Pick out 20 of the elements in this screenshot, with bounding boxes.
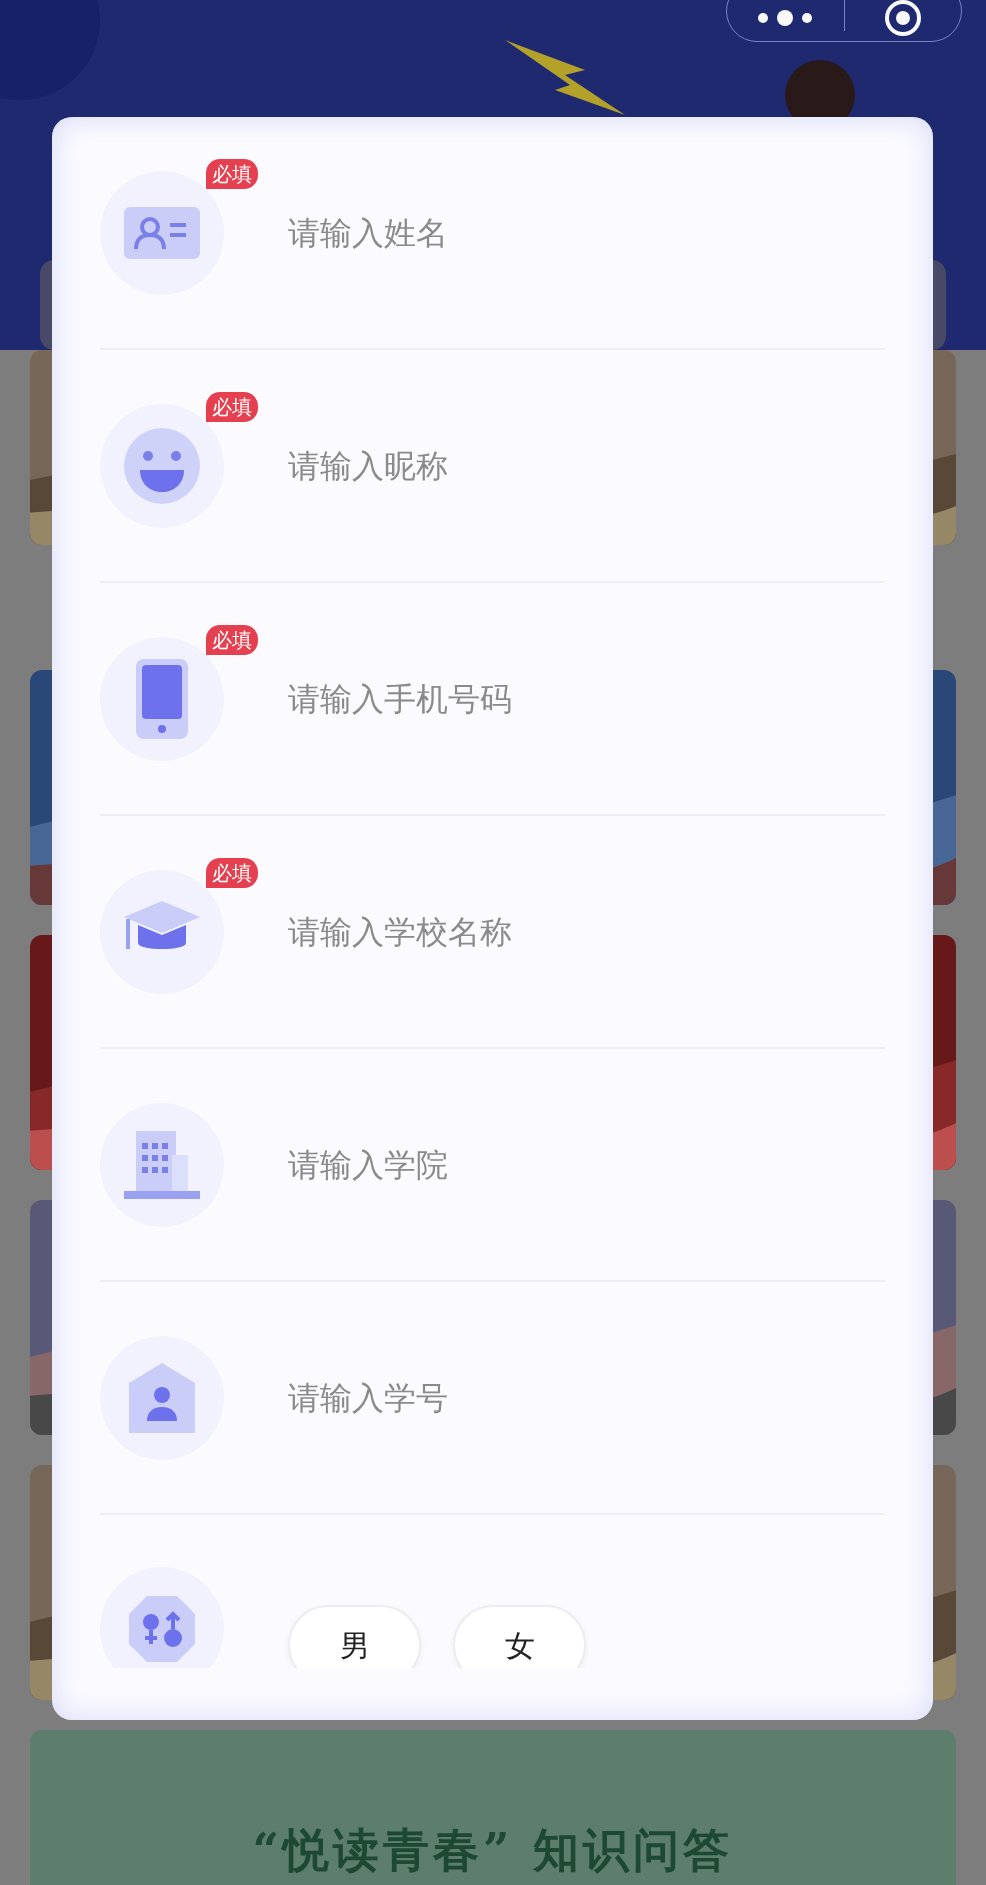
text-field[interactable]: 请输入学号 bbox=[288, 1373, 885, 1422]
text-field[interactable]: 请输入学院 bbox=[288, 1140, 885, 1189]
required-badge: 必填 bbox=[206, 624, 258, 655]
target-icon bbox=[882, 0, 923, 38]
text-field[interactable]: 请输入手机号码 bbox=[288, 674, 885, 723]
building-icon bbox=[122, 1128, 202, 1201]
gender-icon bbox=[127, 1594, 197, 1664]
person-house-icon bbox=[127, 1360, 197, 1435]
id-card-icon bbox=[122, 204, 202, 261]
text-field[interactable]: 请输入昵称 bbox=[288, 441, 885, 490]
text-field[interactable]: 请输入姓名 bbox=[288, 208, 885, 257]
smiley-icon bbox=[122, 425, 202, 506]
gender-option[interactable]: 女 bbox=[453, 1605, 586, 1668]
phone-icon bbox=[134, 656, 190, 741]
required-badge: 必填 bbox=[206, 158, 258, 189]
required-badge: 必填 bbox=[206, 857, 258, 888]
banner-title: “悦读青春” 知识问答 bbox=[252, 1821, 734, 1879]
text-field[interactable]: 请输入学校名称 bbox=[288, 907, 885, 956]
gender-option[interactable]: 男 bbox=[288, 1605, 421, 1668]
required-badge: 必填 bbox=[206, 391, 258, 422]
